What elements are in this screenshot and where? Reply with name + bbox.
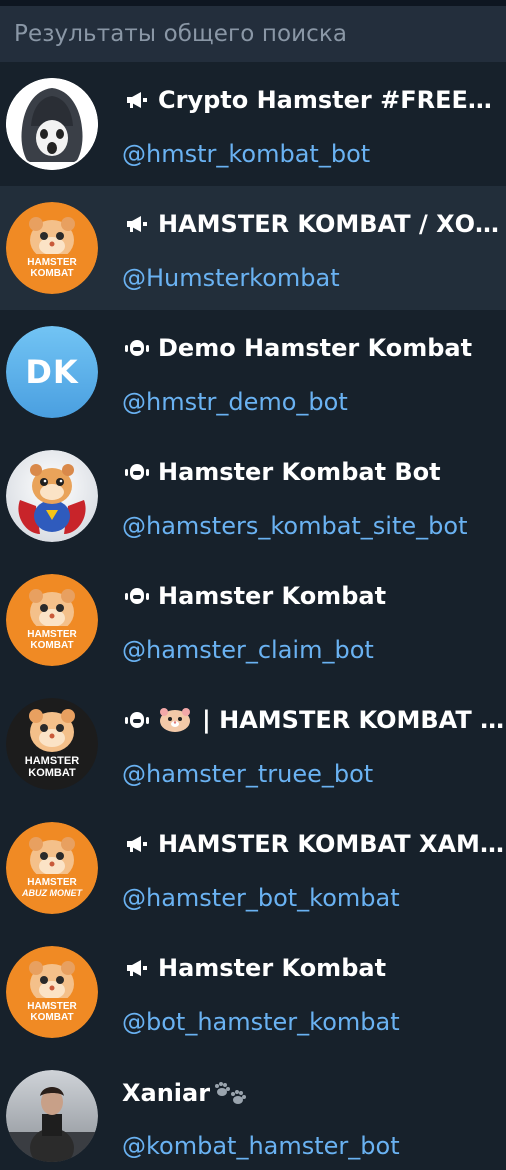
avatar: HAMSTER KOMBAT — [6, 574, 98, 666]
bot-icon — [122, 336, 152, 360]
bot-icon — [122, 708, 152, 732]
megaphone-icon — [122, 88, 152, 112]
result-row[interactable]: HAMSTER ABUZ MONET HAMSTER KOMBAT ХАМСТ.… — [0, 806, 506, 930]
result-row[interactable]: Crypto Hamster #FREEDU... @hmstr_kombat_… — [0, 62, 506, 186]
svg-text:HAMSTER: HAMSTER — [27, 257, 77, 268]
result-title: | HAMSTER KOMBAT |... — [122, 706, 506, 734]
result-title: Hamster Kombat Bot — [122, 458, 506, 486]
result-username[interactable]: @hmstr_kombat_bot — [122, 140, 370, 168]
bot-icon — [122, 460, 152, 484]
svg-text:HAMSTER: HAMSTER — [25, 755, 79, 767]
result-row[interactable]: HAMSTER KOMBAT Hamster Kombat @bot_hamst… — [0, 930, 506, 1054]
svg-text:HAMSTER: HAMSTER — [27, 629, 77, 640]
svg-text:HAMSTER: HAMSTER — [27, 1001, 77, 1012]
result-username[interactable]: @bot_hamster_kombat — [122, 1008, 400, 1036]
result-username[interactable]: @kombat_hamster_bot — [122, 1132, 400, 1160]
svg-text:HAMSTER: HAMSTER — [27, 877, 77, 888]
result-username[interactable]: @hamster_bot_kombat — [122, 884, 400, 912]
result-username[interactable]: @hamster_truee_bot — [122, 760, 373, 788]
result-row[interactable]: HAMSTER KOMBAT | HAMSTER KOMBAT |... @ha… — [0, 682, 506, 806]
result-username[interactable]: @hamsters_kombat_site_bot — [122, 512, 467, 540]
result-title: Hamster Kombat — [122, 954, 506, 982]
avatar: HAMSTER KOMBAT — [6, 202, 98, 294]
megaphone-icon — [122, 212, 152, 236]
avatar — [6, 78, 98, 170]
svg-text:ABUZ MONET: ABUZ MONET — [21, 888, 83, 898]
result-username[interactable]: @hmstr_demo_bot — [122, 388, 348, 416]
section-header: Результаты общего поиска — [0, 6, 506, 62]
hamster-emoji-icon — [158, 707, 192, 733]
avatar — [6, 450, 98, 542]
result-username[interactable]: @Humsterkombat — [122, 264, 340, 292]
result-row[interactable]: HAMSTER KOMBAT Hamster Kombat @hamster_c… — [0, 558, 506, 682]
avatar: HAMSTER KOMBAT — [6, 698, 98, 790]
avatar: HAMSTER ABUZ MONET — [6, 822, 98, 914]
svg-text:KOMBAT: KOMBAT — [28, 767, 76, 779]
result-username[interactable]: @hamster_claim_bot — [122, 636, 374, 664]
result-title: Crypto Hamster #FREEDU... — [122, 86, 506, 114]
svg-text:KOMBAT: KOMBAT — [30, 1012, 73, 1023]
result-title: Xaniar — [122, 1078, 506, 1108]
avatar: DK — [6, 326, 98, 418]
megaphone-icon — [122, 956, 152, 980]
bot-icon — [122, 584, 152, 608]
svg-text:KOMBAT: KOMBAT — [30, 640, 73, 651]
result-title: Demo Hamster Kombat — [122, 334, 506, 362]
result-title: HAMSTER KOMBAT ХАМСТ... — [122, 830, 506, 858]
result-title: HAMSTER KOMBAT / ХОМ... — [122, 210, 506, 238]
avatar-initials: DK — [6, 326, 98, 418]
megaphone-icon — [122, 832, 152, 856]
result-row[interactable]: Xaniar @kombat_hamster_bot — [0, 1054, 506, 1170]
paws-icon — [212, 1078, 250, 1108]
result-row[interactable]: HAMSTER KOMBAT HAMSTER KOMBAT / ХОМ... @… — [0, 186, 506, 310]
svg-text:KOMBAT: KOMBAT — [30, 268, 73, 279]
section-title: Результаты общего поиска — [14, 21, 348, 47]
avatar: HAMSTER KOMBAT — [6, 946, 98, 1038]
avatar — [6, 1070, 98, 1162]
result-title: Hamster Kombat — [122, 582, 506, 610]
result-row[interactable]: DK Demo Hamster Kombat @hmstr_demo_bot — [0, 310, 506, 434]
result-row[interactable]: Hamster Kombat Bot @hamsters_kombat_site… — [0, 434, 506, 558]
search-results-list: Crypto Hamster #FREEDU... @hmstr_kombat_… — [0, 62, 506, 1170]
